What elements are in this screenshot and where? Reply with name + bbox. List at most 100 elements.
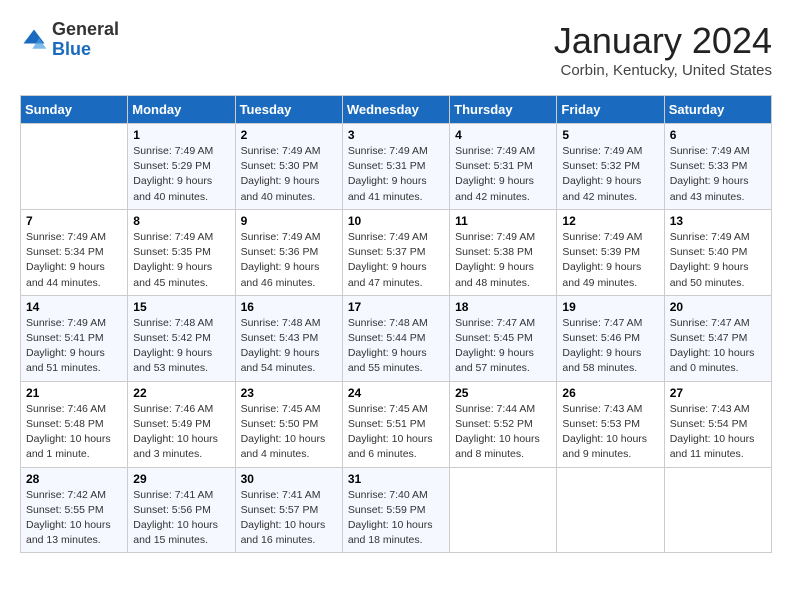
- title-block: January 2024 Corbin, Kentucky, United St…: [554, 20, 772, 79]
- day-info: Sunrise: 7:47 AM Sunset: 5:46 PM Dayligh…: [562, 316, 658, 377]
- day-number: 5: [562, 128, 658, 142]
- calendar-cell: 13 Sunrise: 7:49 AM Sunset: 5:40 PM Dayli…: [664, 209, 771, 295]
- day-number: 25: [455, 386, 551, 400]
- day-number: 10: [348, 214, 444, 228]
- day-number: 7: [26, 214, 122, 228]
- day-number: 14: [26, 300, 122, 314]
- day-info: Sunrise: 7:49 AM Sunset: 5:29 PM Dayligh…: [133, 144, 229, 205]
- day-number: 6: [670, 128, 766, 142]
- day-info: Sunrise: 7:43 AM Sunset: 5:53 PM Dayligh…: [562, 402, 658, 463]
- day-info: Sunrise: 7:49 AM Sunset: 5:31 PM Dayligh…: [348, 144, 444, 205]
- day-number: 18: [455, 300, 551, 314]
- day-number: 8: [133, 214, 229, 228]
- calendar-cell: 6 Sunrise: 7:49 AM Sunset: 5:33 PM Daylig…: [664, 124, 771, 210]
- calendar-cell: [450, 467, 557, 553]
- day-number: 2: [241, 128, 337, 142]
- day-header-friday: Friday: [557, 96, 664, 124]
- calendar-cell: 25 Sunrise: 7:44 AM Sunset: 5:52 PM Dayli…: [450, 381, 557, 467]
- day-info: Sunrise: 7:46 AM Sunset: 5:49 PM Dayligh…: [133, 402, 229, 463]
- day-number: 30: [241, 472, 337, 486]
- day-number: 23: [241, 386, 337, 400]
- calendar-cell: [21, 124, 128, 210]
- day-header-wednesday: Wednesday: [342, 96, 449, 124]
- day-number: 27: [670, 386, 766, 400]
- day-number: 28: [26, 472, 122, 486]
- day-info: Sunrise: 7:49 AM Sunset: 5:36 PM Dayligh…: [241, 230, 337, 291]
- calendar-cell: 22 Sunrise: 7:46 AM Sunset: 5:49 PM Dayli…: [128, 381, 235, 467]
- calendar-cell: 18 Sunrise: 7:47 AM Sunset: 5:45 PM Dayli…: [450, 295, 557, 381]
- calendar-cell: [664, 467, 771, 553]
- day-info: Sunrise: 7:47 AM Sunset: 5:45 PM Dayligh…: [455, 316, 551, 377]
- calendar-cell: 21Sunrise: 7:46 AM Sunset: 5:48 PM Dayli…: [21, 381, 128, 467]
- day-number: 15: [133, 300, 229, 314]
- calendar-cell: 3 Sunrise: 7:49 AM Sunset: 5:31 PM Daylig…: [342, 124, 449, 210]
- day-info: Sunrise: 7:49 AM Sunset: 5:33 PM Dayligh…: [670, 144, 766, 205]
- page-header: General Blue January 2024 Corbin, Kentuc…: [20, 20, 772, 79]
- day-number: 26: [562, 386, 658, 400]
- calendar-cell: 1 Sunrise: 7:49 AM Sunset: 5:29 PM Daylig…: [128, 124, 235, 210]
- calendar-cell: [557, 467, 664, 553]
- day-number: 9: [241, 214, 337, 228]
- calendar-cell: 4 Sunrise: 7:49 AM Sunset: 5:31 PM Daylig…: [450, 124, 557, 210]
- calendar-table: SundayMondayTuesdayWednesdayThursdayFrid…: [20, 95, 772, 553]
- calendar-cell: 12 Sunrise: 7:49 AM Sunset: 5:39 PM Dayli…: [557, 209, 664, 295]
- day-info: Sunrise: 7:49 AM Sunset: 5:35 PM Dayligh…: [133, 230, 229, 291]
- calendar-cell: 9 Sunrise: 7:49 AM Sunset: 5:36 PM Daylig…: [235, 209, 342, 295]
- calendar-cell: 17 Sunrise: 7:48 AM Sunset: 5:44 PM Dayli…: [342, 295, 449, 381]
- day-info: Sunrise: 7:48 AM Sunset: 5:43 PM Dayligh…: [241, 316, 337, 377]
- day-number: 13: [670, 214, 766, 228]
- day-number: 19: [562, 300, 658, 314]
- calendar-cell: 8 Sunrise: 7:49 AM Sunset: 5:35 PM Daylig…: [128, 209, 235, 295]
- month-title: January 2024: [554, 20, 772, 62]
- day-number: 17: [348, 300, 444, 314]
- day-info: Sunrise: 7:49 AM Sunset: 5:37 PM Dayligh…: [348, 230, 444, 291]
- day-info: Sunrise: 7:43 AM Sunset: 5:54 PM Dayligh…: [670, 402, 766, 463]
- day-info: Sunrise: 7:49 AM Sunset: 5:40 PM Dayligh…: [670, 230, 766, 291]
- day-info: Sunrise: 7:49 AM Sunset: 5:38 PM Dayligh…: [455, 230, 551, 291]
- calendar-cell: 19 Sunrise: 7:47 AM Sunset: 5:46 PM Dayli…: [557, 295, 664, 381]
- day-number: 1: [133, 128, 229, 142]
- calendar-cell: 2Sunrise: 7:49 AM Sunset: 5:30 PM Daylig…: [235, 124, 342, 210]
- calendar-cell: 10 Sunrise: 7:49 AM Sunset: 5:37 PM Dayli…: [342, 209, 449, 295]
- logo-general-text: General: [52, 19, 119, 39]
- day-number: 16: [241, 300, 337, 314]
- day-info: Sunrise: 7:48 AM Sunset: 5:44 PM Dayligh…: [348, 316, 444, 377]
- logo-blue-text: Blue: [52, 39, 91, 59]
- day-info: Sunrise: 7:42 AM Sunset: 5:55 PM Dayligh…: [26, 488, 122, 549]
- day-number: 22: [133, 386, 229, 400]
- day-info: Sunrise: 7:41 AM Sunset: 5:56 PM Dayligh…: [133, 488, 229, 549]
- day-info: Sunrise: 7:49 AM Sunset: 5:41 PM Dayligh…: [26, 316, 122, 377]
- day-info: Sunrise: 7:44 AM Sunset: 5:52 PM Dayligh…: [455, 402, 551, 463]
- calendar-cell: 15 Sunrise: 7:48 AM Sunset: 5:42 PM Dayli…: [128, 295, 235, 381]
- day-header-monday: Monday: [128, 96, 235, 124]
- day-header-tuesday: Tuesday: [235, 96, 342, 124]
- day-info: Sunrise: 7:49 AM Sunset: 5:31 PM Dayligh…: [455, 144, 551, 205]
- day-info: Sunrise: 7:49 AM Sunset: 5:39 PM Dayligh…: [562, 230, 658, 291]
- day-info: Sunrise: 7:45 AM Sunset: 5:50 PM Dayligh…: [241, 402, 337, 463]
- day-number: 3: [348, 128, 444, 142]
- day-header-sunday: Sunday: [21, 96, 128, 124]
- day-number: 4: [455, 128, 551, 142]
- day-info: Sunrise: 7:49 AM Sunset: 5:32 PM Dayligh…: [562, 144, 658, 205]
- day-info: Sunrise: 7:47 AM Sunset: 5:47 PM Dayligh…: [670, 316, 766, 377]
- calendar-cell: 14 Sunrise: 7:49 AM Sunset: 5:41 PM Dayli…: [21, 295, 128, 381]
- calendar-cell: 16 Sunrise: 7:48 AM Sunset: 5:43 PM Dayli…: [235, 295, 342, 381]
- day-info: Sunrise: 7:48 AM Sunset: 5:42 PM Dayligh…: [133, 316, 229, 377]
- day-info: Sunrise: 7:45 AM Sunset: 5:51 PM Dayligh…: [348, 402, 444, 463]
- day-number: 29: [133, 472, 229, 486]
- day-header-saturday: Saturday: [664, 96, 771, 124]
- calendar-cell: 29 Sunrise: 7:41 AM Sunset: 5:56 PM Dayli…: [128, 467, 235, 553]
- location: Corbin, Kentucky, United States: [554, 62, 772, 79]
- calendar-cell: 28 Sunrise: 7:42 AM Sunset: 5:55 PM Dayli…: [21, 467, 128, 553]
- calendar-cell: 20 Sunrise: 7:47 AM Sunset: 5:47 PM Dayli…: [664, 295, 771, 381]
- logo: General Blue: [20, 20, 119, 60]
- calendar-cell: 24Sunrise: 7:45 AM Sunset: 5:51 PM Dayli…: [342, 381, 449, 467]
- day-info: Sunrise: 7:41 AM Sunset: 5:57 PM Dayligh…: [241, 488, 337, 549]
- day-number: 20: [670, 300, 766, 314]
- calendar-cell: 31Sunrise: 7:40 AM Sunset: 5:59 PM Dayli…: [342, 467, 449, 553]
- calendar-cell: 30 Sunrise: 7:41 AM Sunset: 5:57 PM Dayli…: [235, 467, 342, 553]
- day-info: Sunrise: 7:40 AM Sunset: 5:59 PM Dayligh…: [348, 488, 444, 549]
- day-number: 21: [26, 386, 122, 400]
- day-number: 12: [562, 214, 658, 228]
- calendar-cell: 7Sunrise: 7:49 AM Sunset: 5:34 PM Daylig…: [21, 209, 128, 295]
